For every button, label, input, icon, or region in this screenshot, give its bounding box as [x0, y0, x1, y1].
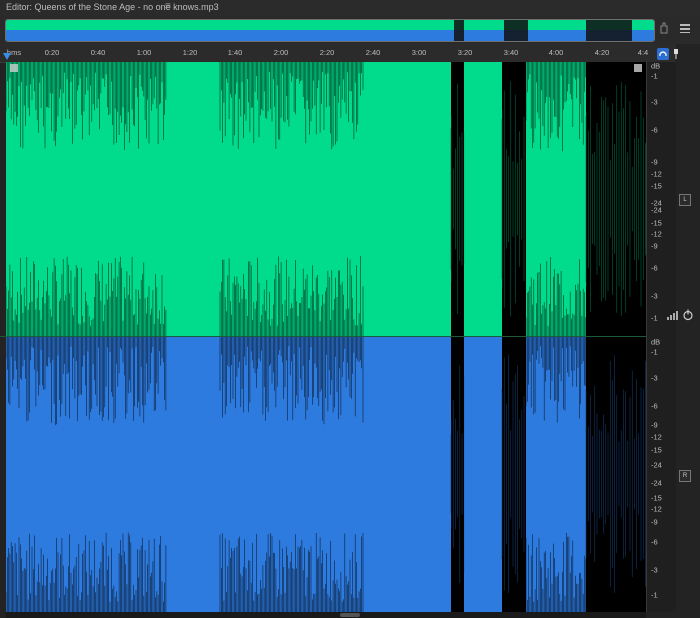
power-icon[interactable]: [682, 309, 694, 321]
db-label: -9: [651, 241, 658, 251]
ruler-tick-label: 2:20: [319, 48, 335, 57]
playhead-marker[interactable]: [3, 53, 11, 60]
fade-out-handle[interactable]: [634, 64, 642, 72]
selection-hand-icon[interactable]: [657, 21, 671, 35]
ruler-tick-label: 3:20: [457, 48, 473, 57]
ruler-tick-label: 2:00: [273, 48, 289, 57]
ruler-tick-label: 1:40: [227, 48, 243, 57]
quiet-segment: [502, 62, 526, 336]
headphones-icon[interactable]: [657, 48, 669, 60]
ruler-tick-label: 4:20: [594, 48, 610, 57]
db-label: -9: [651, 420, 658, 430]
time-ruler[interactable]: hms 0:20 0:40 1:00 1:20 1:40 2:00 2:20 2…: [0, 44, 700, 63]
overview-quiet-segment: [504, 20, 528, 41]
editor-menu-icon[interactable]: ≡: [165, 1, 171, 12]
db-label: -3: [651, 97, 658, 107]
ruler-tick-label: 0:20: [44, 48, 60, 57]
db-label: -9: [651, 157, 658, 167]
left-channel-svg: [6, 62, 646, 336]
overview-bar: [0, 16, 700, 44]
editor-title: Editor: Queens of the Stone Age - no one…: [6, 2, 219, 12]
volume-icon[interactable]: [666, 309, 680, 321]
db-label: -12: [651, 169, 662, 179]
db-label: -6: [651, 125, 658, 135]
editor-titlebar: Editor: Queens of the Stone Age - no one…: [0, 0, 700, 17]
db-label: -15: [651, 218, 662, 228]
db-label: -1: [651, 313, 658, 323]
db-label: -1: [651, 347, 658, 357]
db-label: -6: [651, 263, 658, 273]
db-label: -3: [651, 565, 658, 575]
right-channel-badge[interactable]: R: [679, 470, 691, 482]
ruler-tick-label: 0:40: [90, 48, 106, 57]
left-channel-badge[interactable]: L: [679, 194, 691, 206]
db-label: -12: [651, 432, 662, 442]
pin-icon[interactable]: [671, 48, 681, 60]
overview-left-channel: [6, 20, 654, 30]
ruler-tick-label: 2:40: [365, 48, 381, 57]
overview-quiet-segment: [454, 20, 464, 41]
waveform-display[interactable]: [6, 62, 646, 612]
ruler-tick-label: 3:40: [503, 48, 519, 57]
overview-waveform[interactable]: [5, 19, 655, 42]
db-label: -1: [651, 71, 658, 81]
fade-in-handle[interactable]: [10, 64, 18, 72]
ruler-tick-label: 1:20: [182, 48, 198, 57]
ruler-tick-label: 1:00: [136, 48, 152, 57]
ruler-tick-label: 4:4: [637, 48, 649, 57]
ruler-tick-label: 4:00: [548, 48, 564, 57]
right-channel-waveform[interactable]: [6, 336, 646, 612]
db-label: -6: [651, 537, 658, 547]
side-controls: [657, 44, 700, 618]
quiet-segment: [502, 336, 526, 612]
horizontal-scrollbar[interactable]: [6, 612, 646, 618]
db-scale: dB -1 -3 -6 -9 -12 -15 -24 -24 -15 -12 -…: [646, 62, 677, 612]
db-label: -9: [651, 517, 658, 527]
db-label: -1: [651, 590, 658, 600]
db-label: -15: [651, 181, 662, 191]
db-label: -15: [651, 493, 662, 503]
db-label: -24: [651, 460, 662, 470]
ruler-tick-label: 3:00: [411, 48, 427, 57]
channel-divider: [0, 336, 646, 337]
db-label: -12: [651, 229, 662, 239]
overview-quiet-segment: [586, 20, 632, 41]
db-label: -15: [651, 445, 662, 455]
db-unit-label-bottom: dB: [651, 337, 661, 347]
left-channel-waveform[interactable]: [6, 62, 646, 336]
db-label: -24: [651, 478, 662, 488]
db-label: -12: [651, 504, 662, 514]
db-label: -3: [651, 373, 658, 383]
db-label: -6: [651, 401, 658, 411]
panel-menu-icon[interactable]: [678, 21, 692, 35]
db-label: -24: [651, 205, 662, 215]
scrollbar-grip[interactable]: [340, 613, 360, 617]
db-unit-label-top: dB: [651, 61, 661, 71]
right-channel-svg: [6, 336, 646, 612]
overview-right-channel: [6, 30, 654, 41]
db-label: -3: [651, 291, 658, 301]
